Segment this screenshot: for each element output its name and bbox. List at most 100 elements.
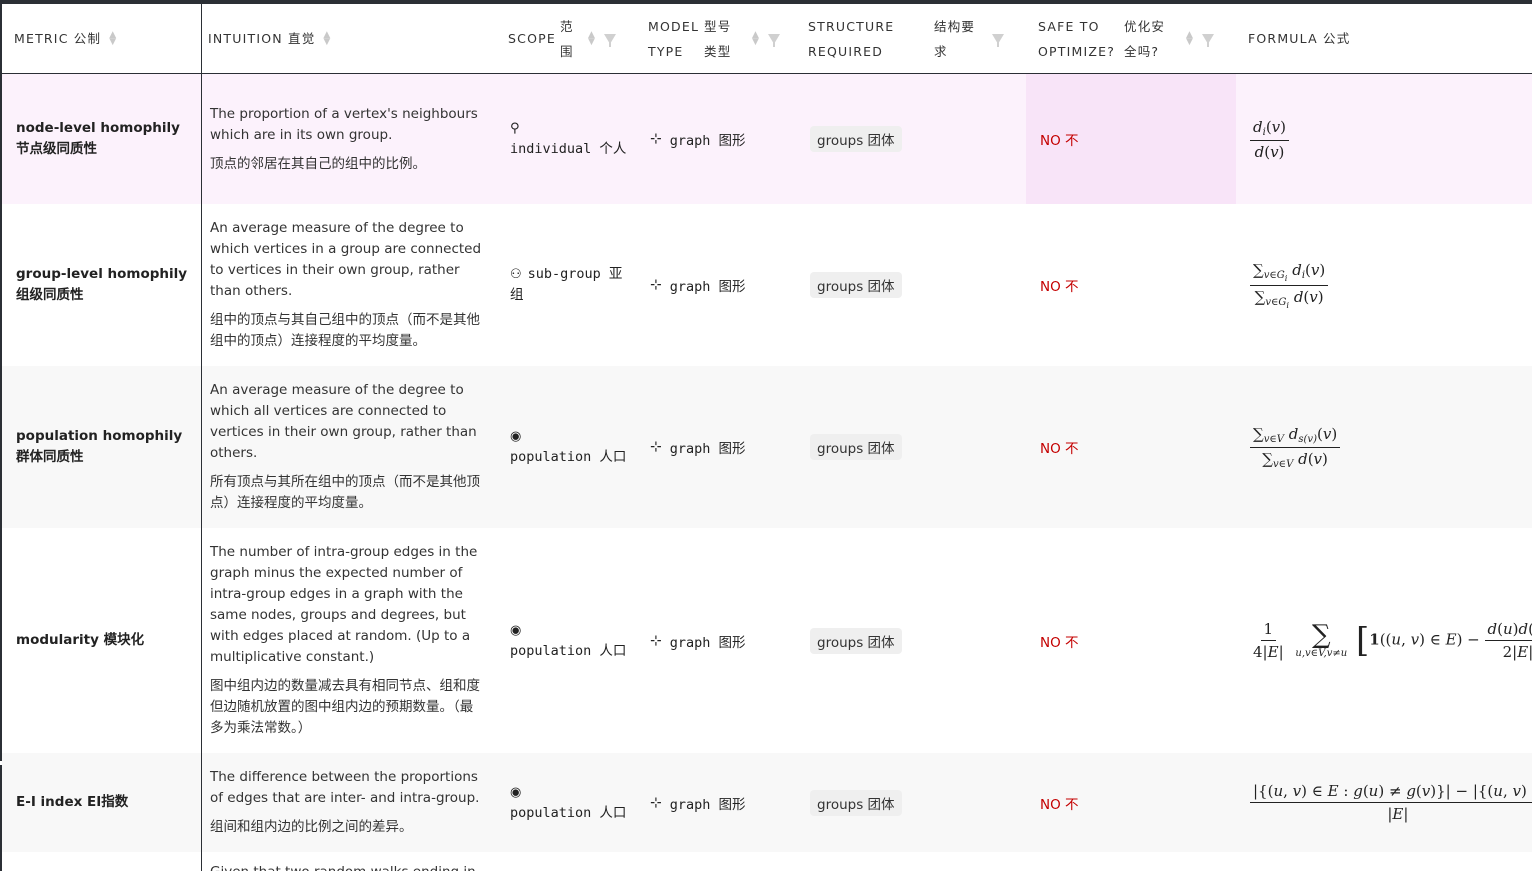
- column-header-structure[interactable]: STRUCTURE REQUIRED 结构要求: [808, 4, 1028, 73]
- globe-icon: ◉: [510, 429, 522, 444]
- intuition-cn: 图中组内边的数量减去具有相同节点、组和度但边随机放置的图中组内边的预期数量。（最…: [210, 678, 480, 736]
- safe-to-optimize-cell: NO 不: [1040, 441, 1079, 457]
- graph-icon: ⊹: [650, 632, 662, 649]
- scope-cell: ⚇ sub-group 亚组: [510, 204, 628, 366]
- intuition-cn: 顶点的邻居在其自己的组中的比例。: [210, 155, 426, 172]
- filter-icon[interactable]: [604, 33, 617, 47]
- column-header-structure-label: STRUCTURE REQUIRED: [808, 18, 895, 59]
- model-type-cell: ⊹ graph 图形: [650, 204, 790, 366]
- formula-cell: ∑v∈Gi di(v) ∑v∈Gi d(v): [1250, 204, 1532, 366]
- scope-cell: ◉ population 人口: [510, 753, 628, 852]
- column-header-intuition[interactable]: INTUITION 直觉 ▲ ▼: [208, 4, 498, 73]
- scope-cell: ◉ population 人口: [510, 366, 628, 528]
- structure-badge: groups 团体: [810, 434, 902, 460]
- table-row[interactable]: modularity 模块化 The number of intra-group…: [2, 528, 1532, 753]
- formula-cell: ∑v∈V ds(v)(v) ∑v∈V d(v): [1250, 366, 1532, 528]
- formula: di(v) d(v): [1250, 118, 1290, 161]
- formula: ∑v∈Gi di(v) ∑v∈Gi d(v): [1250, 261, 1329, 310]
- intuition-cn: 组中的顶点与其自己组中的顶点（而不是其他组中的顶点）连接程度的平均度量。: [210, 312, 480, 349]
- column-header-metric[interactable]: METRIC 公制 ▲ ▼: [14, 4, 200, 73]
- column-header-intuition-label: INTUITION 直觉: [208, 31, 316, 46]
- column-header-metric-label: METRIC 公制: [14, 31, 102, 46]
- metric-cell: E-I index EI指数: [16, 794, 129, 810]
- intuition-cell: The proportion of a vertex's neighbours …: [210, 74, 485, 204]
- structure-cell: groups 团体: [810, 753, 902, 852]
- filter-icon[interactable]: [768, 33, 781, 47]
- intuition-en: The difference between the proportions o…: [210, 769, 480, 806]
- scope-label: individual 个人: [510, 141, 627, 157]
- sort-icon[interactable]: ▲ ▼: [109, 30, 117, 46]
- column-header-model-label-cn: 型号 类型: [704, 18, 732, 59]
- safe-to-optimize-cell: NO 不: [1040, 279, 1079, 295]
- model-label: graph 图形: [669, 796, 746, 813]
- graph-icon: ⊹: [650, 131, 662, 147]
- filter-icon[interactable]: [992, 33, 1004, 47]
- column-header-scope-label-cn: 范围: [559, 18, 574, 59]
- model-label: graph 图形: [669, 441, 746, 457]
- table-row[interactable]: Given that two random walks ending in: [2, 852, 1532, 871]
- formula: |{(u, v) ∈ E : g(u) ≠ g(v)}| − |{(u, v) …: [1250, 782, 1532, 823]
- column-header-scope-label: SCOPE: [508, 30, 556, 46]
- formula-cell: |{(u, v) ∈ E : g(u) ≠ g(v)}| − |{(u, v) …: [1250, 753, 1532, 852]
- column-header-structure-label-cn: 结构要求: [934, 18, 976, 59]
- model-label: graph 图形: [669, 634, 746, 651]
- metric-cell: node-level homophily 节点级同质性: [16, 120, 180, 157]
- table-row[interactable]: E-I index EI指数 The difference between th…: [2, 753, 1532, 852]
- intuition-en: The number of intra-group edges in the g…: [210, 544, 478, 665]
- column-header-formula-label: FORMULA 公式: [1248, 31, 1351, 46]
- column-header-safe-to-optimize[interactable]: SAFE TO OPTIMIZE? 优化安全吗? ▲ ▼: [1038, 4, 1238, 73]
- scope-cell: ◉ population 人口: [510, 528, 628, 753]
- model-type-cell: ⊹ graph 图形: [650, 74, 790, 204]
- intuition-cell: An average measure of the degree to whic…: [210, 366, 485, 528]
- table-row[interactable]: group-level homophily 组级同质性 An average m…: [2, 204, 1532, 366]
- safe-to-optimize-cell: NO 不: [1040, 133, 1079, 149]
- structure-badge: groups 团体: [810, 272, 902, 298]
- structure-badge: groups 团体: [810, 789, 902, 816]
- graph-icon: ⊹: [650, 439, 662, 455]
- intuition-cell: An average measure of the degree to whic…: [210, 204, 485, 366]
- intuition-en: Given that two random walks ending in: [210, 862, 476, 871]
- structure-badge: groups 团体: [810, 126, 902, 152]
- intuition-en: The proportion of a vertex's neighbours …: [210, 105, 478, 143]
- person-icon: ⚲: [510, 121, 520, 136]
- scope-label: population 人口: [510, 642, 627, 659]
- scope-label: sub-group 亚组: [510, 266, 623, 303]
- intuition-en: An average measure of the degree to whic…: [210, 382, 477, 461]
- column-header-safe-label-cn: 优化安全吗?: [1124, 18, 1166, 59]
- metric-column-divider: [201, 4, 202, 871]
- column-header-scope[interactable]: SCOPE 范围 ▲ ▼: [508, 4, 640, 73]
- formula: ∑v∈V ds(v)(v) ∑v∈V d(v): [1250, 425, 1341, 470]
- intuition-en: An average measure of the degree to whic…: [210, 220, 482, 299]
- scope-label: population 人口: [510, 804, 627, 821]
- formula-cell: 14|E| ∑u,v∈V,v≠u [1((u, v) ∈ E) − d(u)d(…: [1250, 528, 1532, 753]
- filter-icon[interactable]: [1202, 33, 1215, 47]
- formula-cell: di(v) d(v): [1250, 74, 1532, 204]
- scope-label: population 人口: [510, 449, 627, 465]
- column-header-model-label: MODEL TYPE: [648, 18, 700, 59]
- structure-cell: groups 团体: [810, 366, 902, 528]
- structure-cell: groups 团体: [810, 528, 902, 753]
- intuition-cell: The difference between the proportions o…: [210, 753, 485, 852]
- sort-icon[interactable]: ▲ ▼: [323, 30, 331, 46]
- intuition-cn: 组间和组内边的比例之间的差异。: [210, 819, 413, 835]
- model-type-cell: ⊹ graph 图形: [650, 366, 790, 528]
- structure-cell: groups 团体: [810, 74, 902, 204]
- metric-cell: group-level homophily 组级同质性: [16, 266, 188, 303]
- sort-icon[interactable]: ▲ ▼: [1186, 30, 1194, 46]
- intuition-cell: The number of intra-group edges in the g…: [210, 528, 485, 753]
- metric-cell: population homophily 群体同质性: [16, 428, 183, 465]
- safe-to-optimize-cell: NO 不: [1040, 796, 1079, 813]
- intuition-cell: Given that two random walks ending in: [210, 862, 485, 871]
- formula: 14|E| ∑u,v∈V,v≠u [1((u, v) ∈ E) − d(u)d(…: [1250, 620, 1532, 661]
- column-header-model-type[interactable]: MODEL TYPE 型号 类型 ▲ ▼: [648, 4, 798, 73]
- table-row[interactable]: node-level homophily 节点级同质性 The proporti…: [2, 74, 1532, 204]
- intuition-cn: 所有顶点与其所在组中的顶点（而不是其他顶点）连接程度的平均度量。: [210, 474, 480, 511]
- table-row[interactable]: population homophily 群体同质性 An average me…: [2, 366, 1532, 528]
- group-icon: ⚇: [510, 267, 522, 282]
- structure-badge: groups 团体: [810, 627, 902, 654]
- sort-icon[interactable]: ▲ ▼: [588, 30, 596, 46]
- model-label: graph 图形: [669, 133, 746, 149]
- sort-icon[interactable]: ▲ ▼: [752, 30, 760, 46]
- model-label: graph 图形: [669, 279, 746, 295]
- globe-icon: ◉: [510, 784, 522, 800]
